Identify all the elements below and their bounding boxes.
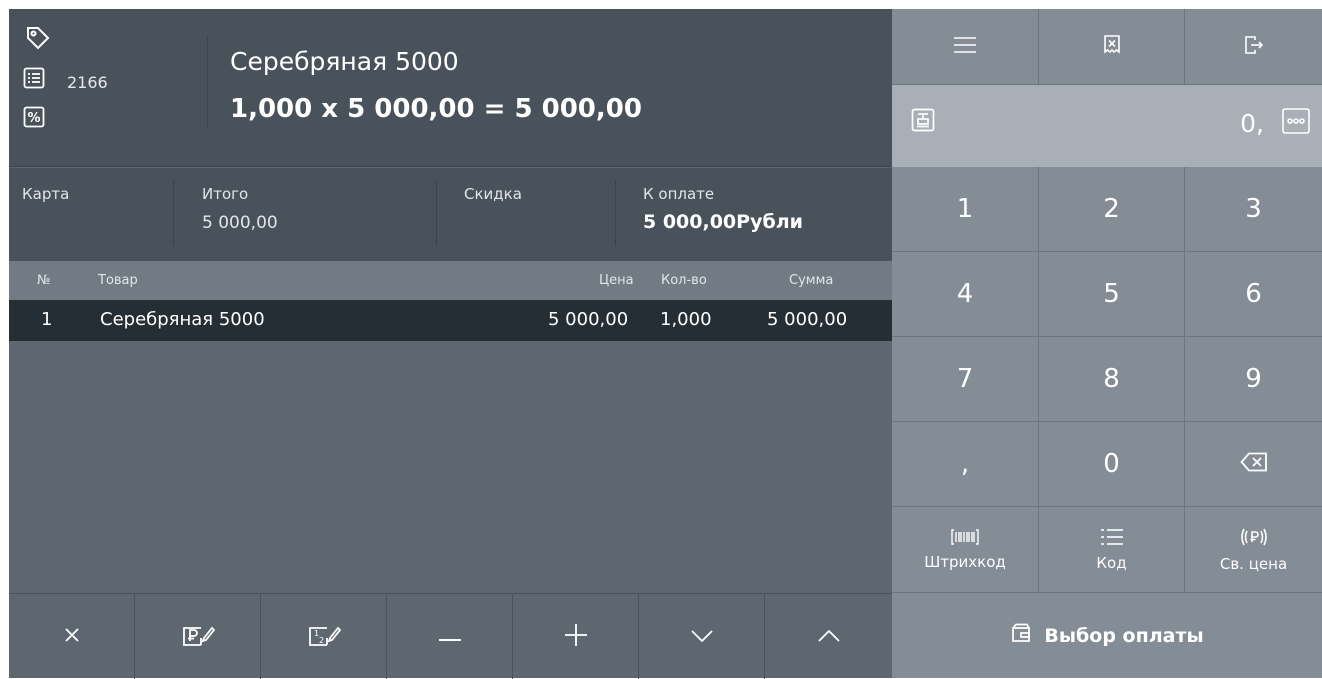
delete-item-button[interactable] <box>9 594 135 679</box>
free-price-label: Св. цена <box>1219 554 1288 573</box>
row-product: Серебряная 5000 <box>100 309 265 330</box>
key-7[interactable]: 7 <box>892 337 1039 422</box>
key-8[interactable]: 8 <box>1039 337 1185 422</box>
discount-percent-icon[interactable]: % <box>23 106 45 132</box>
edit-fraction-button[interactable]: 1 2 <box>261 594 387 679</box>
current-item-header: 2166 % Серебряная 5000 1,000 x 5 000,00 … <box>9 9 892 167</box>
table-row[interactable]: 1 Серебряная 5000 5 000,00 1,000 5 000,0… <box>9 300 892 341</box>
col-number: № <box>37 273 51 288</box>
pay-label: К оплате <box>643 185 715 203</box>
chevron-down-icon <box>690 627 713 646</box>
totals-divider <box>173 180 174 246</box>
cancel-receipt-button[interactable] <box>1039 9 1185 85</box>
code-list-icon <box>1100 528 1124 550</box>
code-label: Код <box>1096 553 1127 572</box>
row-number: 1 <box>41 309 53 330</box>
header-divider <box>207 37 208 129</box>
logout-icon <box>1244 35 1264 59</box>
plus-icon <box>564 623 587 650</box>
svg-text:2: 2 <box>319 636 324 645</box>
current-item-name: Серебряная 5000 <box>230 47 459 76</box>
key-3[interactable]: 3 <box>1185 167 1322 252</box>
key-5[interactable]: 5 <box>1039 252 1185 337</box>
increase-qty-button[interactable] <box>513 594 639 679</box>
backspace-button[interactable] <box>1185 422 1322 507</box>
total-value: 5 000,00 <box>202 213 278 233</box>
key-comma[interactable]: , <box>892 422 1039 507</box>
minus-icon <box>438 627 461 646</box>
free-price-icon <box>1239 527 1269 551</box>
more-options-icon[interactable] <box>1282 108 1310 138</box>
edit-fraction-icon: 1 2 <box>307 622 341 652</box>
input-display: 0, <box>892 85 1322 167</box>
key-2[interactable]: 2 <box>1039 167 1185 252</box>
totals-bar: Карта Итого 5 000,00 Скидка К оплате 5 0… <box>9 168 892 261</box>
choose-payment-label: Выбор оплаты <box>1044 624 1204 647</box>
close-icon <box>64 627 80 647</box>
keypad-panel: 0, 1 2 3 4 5 6 7 8 9 , 0 Штрихкод Код Св… <box>892 9 1322 678</box>
receipt-panel: 2166 % Серебряная 5000 1,000 x 5 000,00 … <box>9 9 892 679</box>
free-price-button[interactable]: Св. цена <box>1185 507 1322 593</box>
backspace-icon <box>1239 449 1268 479</box>
decrease-qty-button[interactable] <box>387 594 513 679</box>
menu-button[interactable] <box>892 9 1039 85</box>
discount-label: Скидка <box>464 185 522 203</box>
edit-price-icon <box>181 622 215 652</box>
current-item-formula: 1,000 x 5 000,00 = 5 000,00 <box>230 94 642 124</box>
key-1[interactable]: 1 <box>892 167 1039 252</box>
scale-icon[interactable] <box>911 108 935 136</box>
totals-divider <box>436 180 437 246</box>
edit-price-button[interactable] <box>135 594 261 679</box>
col-product: Товар <box>98 273 138 288</box>
menu-icon <box>954 36 976 58</box>
pay-value: 5 000,00Рубли <box>643 211 803 233</box>
svg-text:%: % <box>27 111 40 126</box>
wallet-icon <box>1010 623 1032 648</box>
barcode-button[interactable]: Штрихкод <box>892 507 1039 593</box>
barcode-label: Штрихкод <box>924 552 1006 571</box>
scroll-down-button[interactable] <box>639 594 765 679</box>
row-sum: 5 000,00 <box>767 309 848 330</box>
col-price: Цена <box>599 273 634 288</box>
code-button[interactable]: Код <box>1039 507 1185 593</box>
table-header: № Товар Цена Кол-во Сумма <box>9 261 892 300</box>
col-qty: Кол-во <box>661 273 707 288</box>
row-price: 5 000,00 <box>548 309 629 330</box>
choose-payment-button[interactable]: Выбор оплаты <box>892 593 1322 678</box>
key-6[interactable]: 6 <box>1185 252 1322 337</box>
total-label: Итого <box>202 185 249 203</box>
receipt-number: 2166 <box>67 73 108 92</box>
list-icon[interactable] <box>23 67 45 93</box>
col-sum: Сумма <box>789 273 834 288</box>
display-value: 0, <box>1240 109 1264 138</box>
totals-divider <box>615 180 616 246</box>
scroll-up-button[interactable] <box>765 594 892 679</box>
pos-screen: 2166 % Серебряная 5000 1,000 x 5 000,00 … <box>9 9 1322 679</box>
action-toolbar: 1 2 <box>9 593 892 679</box>
row-qty: 1,000 <box>660 309 712 330</box>
cancel-receipt-icon <box>1103 34 1121 59</box>
tag-icon[interactable] <box>25 25 51 55</box>
barcode-icon <box>951 528 979 549</box>
key-4[interactable]: 4 <box>892 252 1039 337</box>
key-9[interactable]: 9 <box>1185 337 1322 422</box>
chevron-up-icon <box>817 627 840 646</box>
key-0[interactable]: 0 <box>1039 422 1185 507</box>
logout-button[interactable] <box>1185 9 1322 85</box>
card-label: Карта <box>22 185 70 203</box>
